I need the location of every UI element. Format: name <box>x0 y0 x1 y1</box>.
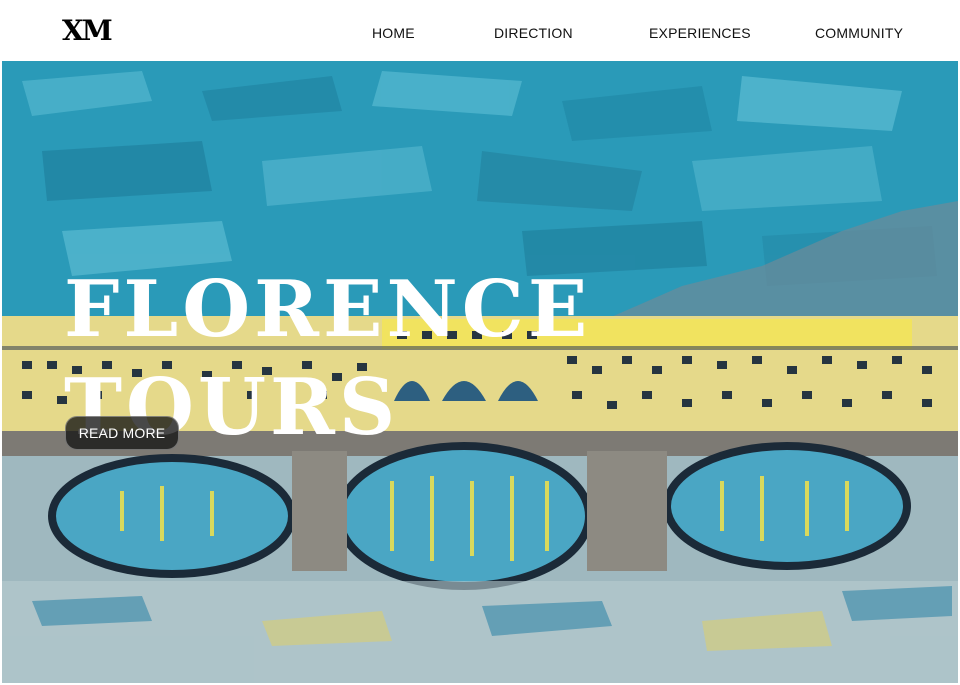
bridge-arches <box>48 442 911 590</box>
nav-experiences-link[interactable]: EXPERIENCES <box>649 24 751 42</box>
hero-title-line-1: FLORENCE <box>64 264 592 355</box>
nav-direction-link[interactable]: DIRECTION <box>494 24 573 42</box>
lower-water-strokes <box>2 581 958 683</box>
hero-banner: FLORENCE TOURS READ MORE <box>2 61 958 683</box>
nav-home-link[interactable]: HOME <box>372 24 415 42</box>
top-bar: XM HOME DIRECTION EXPERIENCES COMMUNITY <box>0 0 960 61</box>
nav-community-link[interactable]: COMMUNITY <box>815 24 903 42</box>
brand-logo[interactable]: XM <box>62 14 113 48</box>
read-more-button[interactable]: READ MORE <box>65 416 179 450</box>
